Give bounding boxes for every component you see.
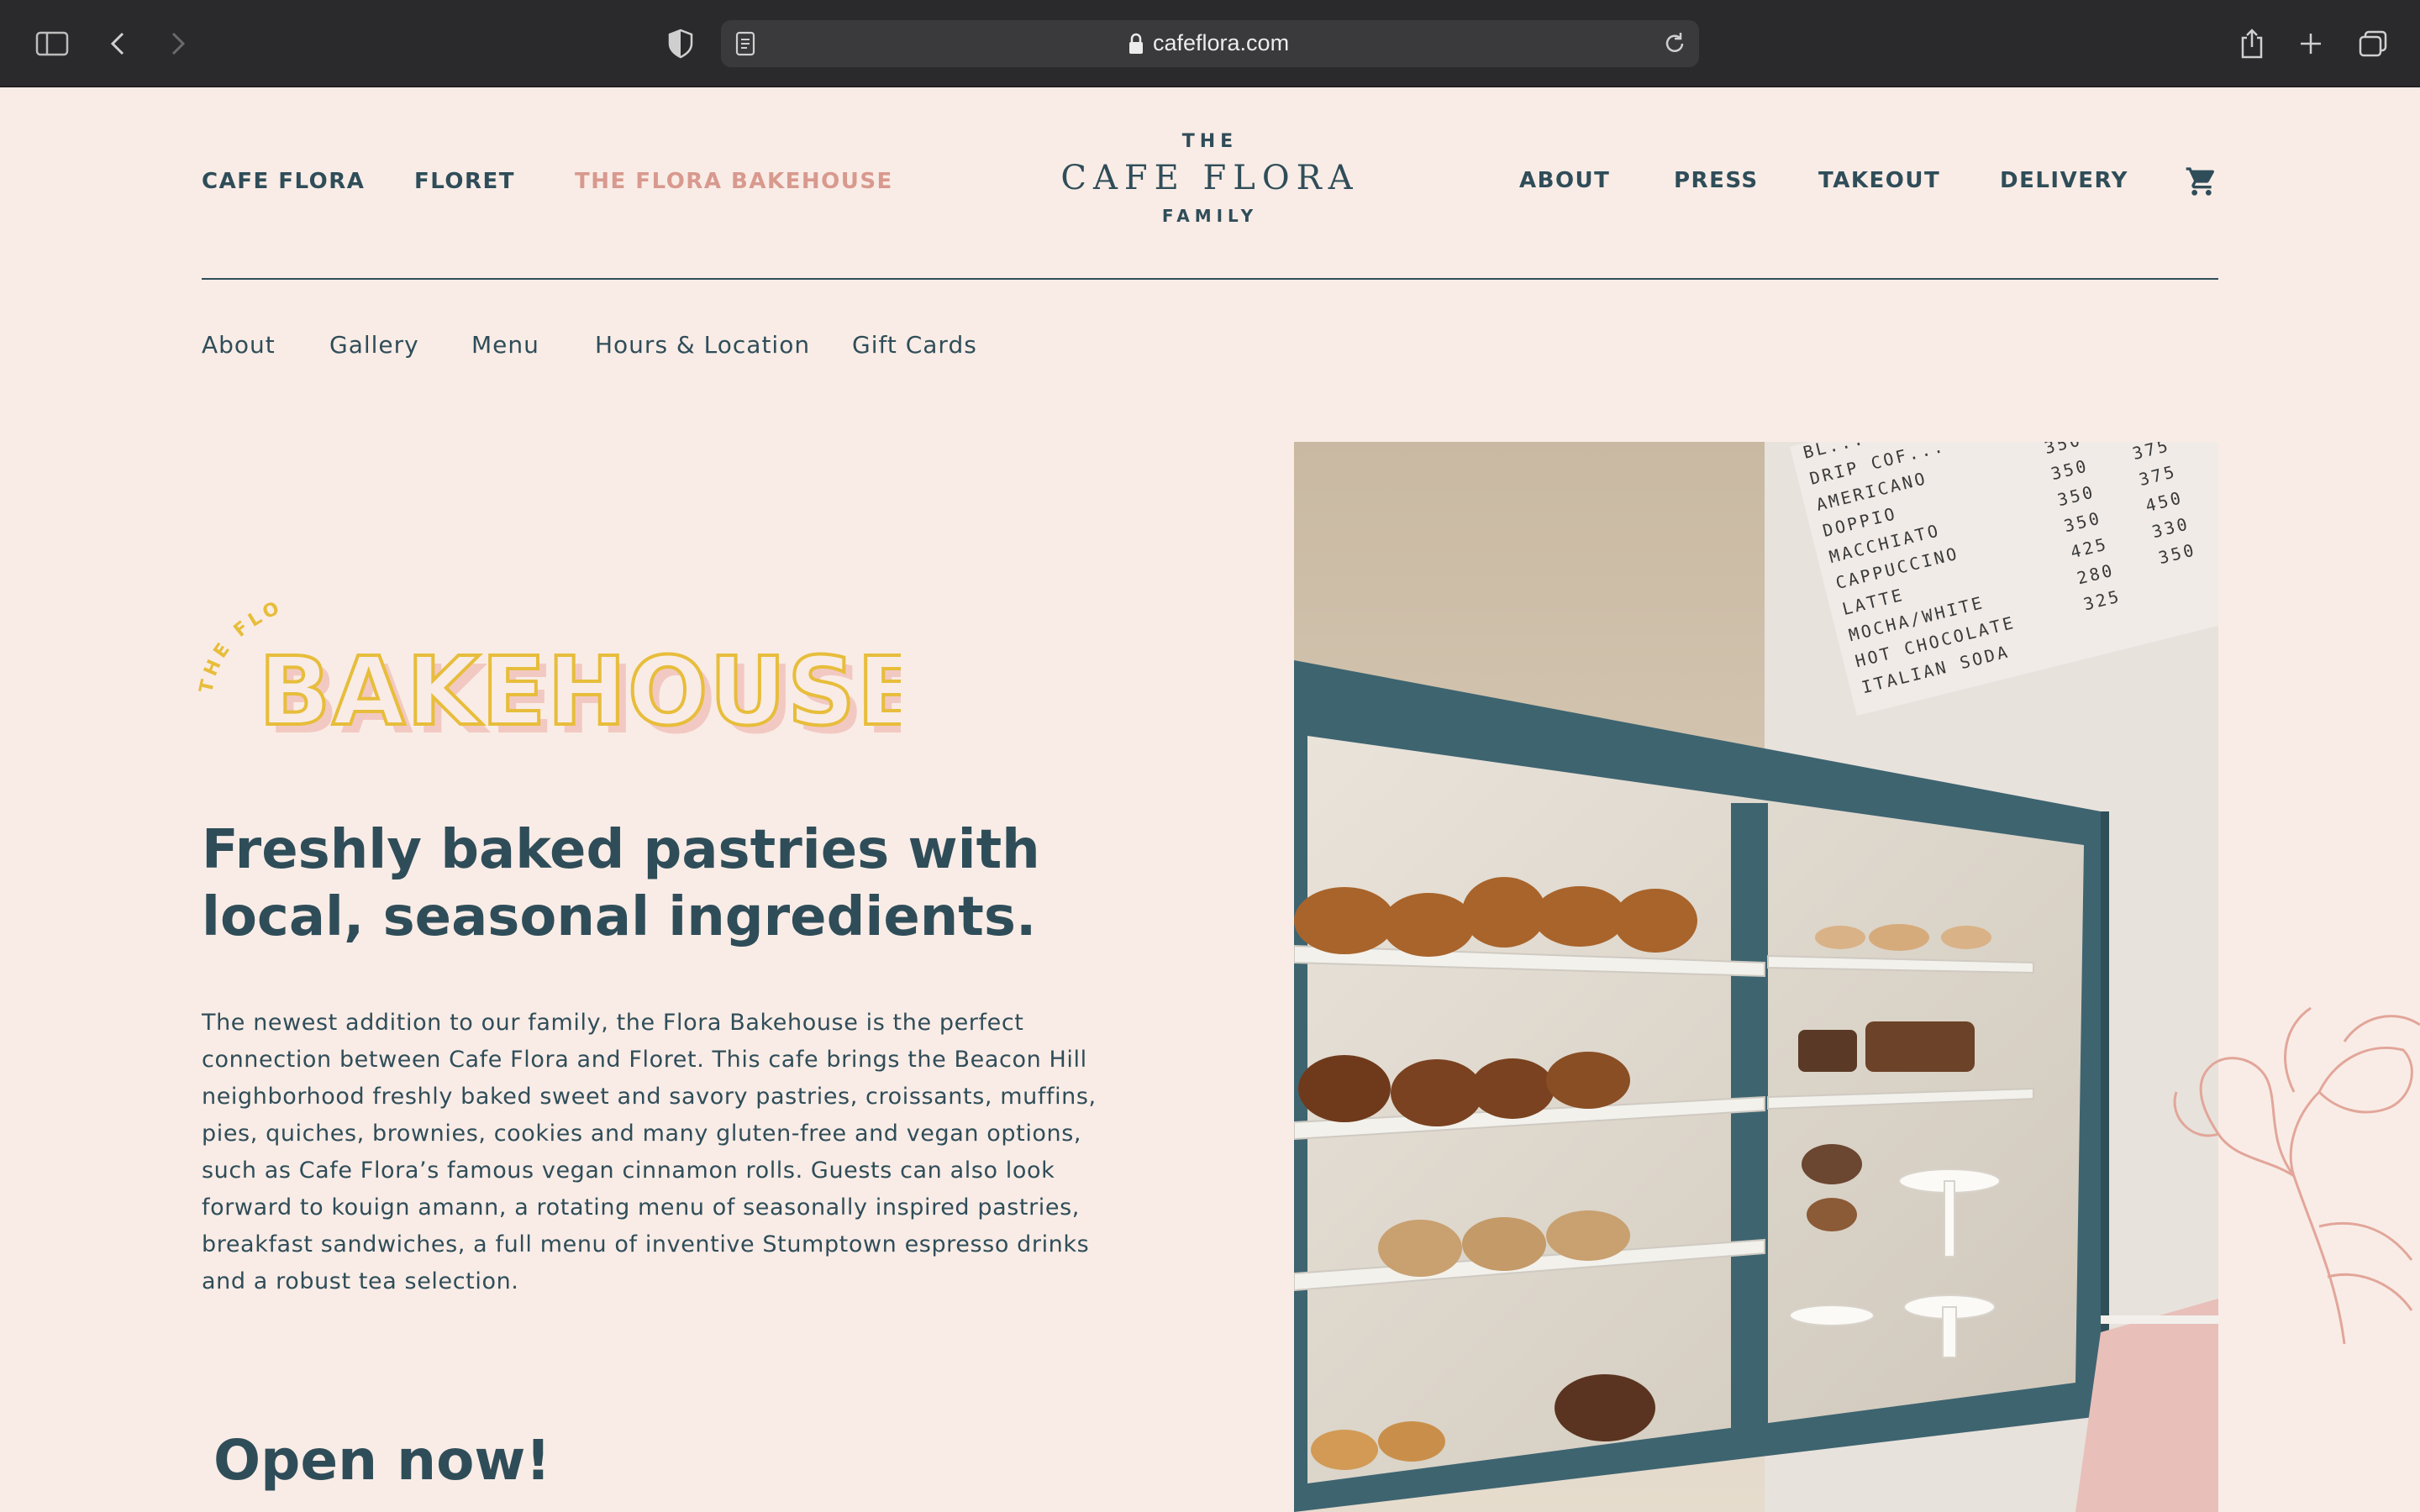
lock-icon [1128, 32, 1144, 59]
cafe-flora-family-logo[interactable]: THE CAFE FLORA FAMILY [1042, 131, 1378, 226]
nav-cafe-flora[interactable]: CAFE FLORA [202, 169, 365, 194]
nav-floret[interactable]: FLORET [414, 169, 515, 194]
subnav-hours-location[interactable]: Hours & Location [595, 331, 810, 359]
logo-bottom-text: FAMILY [1161, 206, 1259, 226]
reload-icon[interactable] [1662, 30, 1687, 60]
nav-takeout[interactable]: TAKEOUT [1818, 168, 1940, 193]
privacy-shield-icon[interactable] [659, 22, 702, 66]
logo-main-text: CAFE FLORA [1060, 159, 1360, 197]
logo-top-text: THE [1181, 131, 1239, 152]
headline: Freshly baked pastries with local, seaso… [202, 819, 1040, 948]
url-text: cafeflora.com [1153, 30, 1290, 55]
header-divider [202, 278, 2218, 280]
flora-bakehouse-logo: THE FLORA BAKEHOUSE BAKEHOUSE [195, 601, 901, 753]
new-tab-icon[interactable] [2289, 22, 2333, 66]
browser-toolbar: cafeflora.com [0, 0, 2420, 87]
subnav-about[interactable]: About [202, 331, 276, 359]
subnav-menu[interactable]: Menu [471, 331, 539, 359]
decorative-flower-illustration [2173, 1006, 2420, 1345]
address-bar[interactable]: cafeflora.com [721, 20, 1699, 67]
tab-overview-icon[interactable] [2351, 22, 2395, 66]
pastry-case-photo: BL...DRIP COF...275AMERICANO350400DOPPIO… [1294, 442, 2218, 1512]
forward-icon[interactable] [156, 22, 200, 66]
back-icon[interactable] [96, 22, 139, 66]
nav-delivery[interactable]: DELIVERY [2000, 168, 2128, 193]
bakehouse-word: BAKEHOUSE [259, 638, 901, 747]
nav-about[interactable]: ABOUT [1519, 168, 1610, 193]
reader-icon[interactable] [734, 30, 756, 60]
open-now-heading: Open now! [213, 1428, 551, 1493]
sidebar-toggle-icon[interactable] [30, 22, 74, 66]
intro-paragraph: The newest addition to our family, the F… [202, 1010, 1097, 1294]
nav-press[interactable]: PRESS [1674, 168, 1759, 193]
cart-icon[interactable] [2185, 165, 2218, 202]
subnav-gallery[interactable]: Gallery [329, 331, 419, 359]
subnav-gift-cards[interactable]: Gift Cards [852, 331, 977, 359]
nav-flora-bakehouse[interactable]: THE FLORA BAKEHOUSE [575, 169, 893, 194]
share-icon[interactable] [2230, 22, 2274, 66]
